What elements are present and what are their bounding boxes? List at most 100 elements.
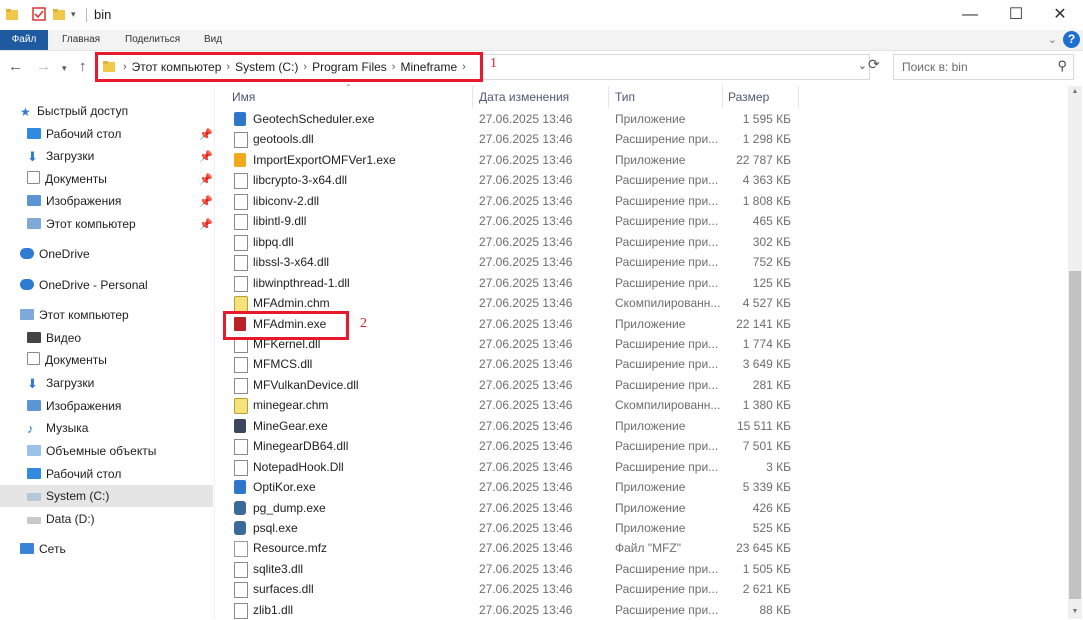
sidebar-item-pictures-pc[interactable]: Изображения [27,395,121,417]
file-size: 4 363 КБ [742,173,791,188]
sidebar-item-network[interactable]: Сеть [20,538,66,560]
navigation-pane: ★ Быстрый доступ Рабочий стол 📌 ⬇ Загрузки… [0,86,213,619]
tab-view[interactable]: Вид [204,30,222,50]
scroll-down-icon[interactable]: ▼ [1068,608,1082,615]
refresh-icon[interactable]: ⟳ [868,56,880,73]
help-icon[interactable]: ? [1063,31,1080,48]
table-row[interactable]: MFVulkanDevice.dll 27.06.2025 13:46 Расшир… [225,375,805,395]
table-row[interactable]: OptiKor.exe 27.06.2025 13:46 Приложение 5 3… [225,477,805,497]
drive-icon [27,493,41,501]
sidebar-item-system-c[interactable]: System (C:) [0,485,213,507]
sidebar-item-desktop-pc[interactable]: Рабочий стол [27,463,121,485]
column-header-size[interactable]: Размер [728,86,769,108]
table-row[interactable]: psql.exe 27.06.2025 13:46 Приложение 525 КБ [225,518,805,538]
sidebar-item-pictures[interactable]: Изображения [27,190,121,212]
column-divider[interactable] [722,86,723,108]
pin-icon[interactable]: 📌 [199,150,213,163]
sidebar-item-music[interactable]: ♪ Музыка [27,417,88,439]
sidebar-item-3d-objects[interactable]: Объемные объекты [27,440,156,462]
column-header-date[interactable]: Дата изменения [479,86,569,108]
file-date: 27.06.2025 13:46 [479,500,573,515]
properties-icon[interactable] [32,7,46,26]
computer-icon [20,309,34,320]
sidebar-item-downloads-pc[interactable]: ⬇ Загрузки [27,372,94,394]
expand-ribbon-icon[interactable]: ⌄ [1048,33,1057,46]
pin-icon[interactable]: 📌 [199,195,213,208]
table-row[interactable]: minegear.chm 27.06.2025 13:46 Скомпилирова… [225,395,805,415]
customize-toolbar-icon[interactable]: ▾ [71,9,76,20]
maximize-button[interactable]: ☐ [993,0,1039,30]
recent-locations-icon[interactable]: ▾ [62,63,67,74]
column-divider[interactable] [798,86,799,108]
table-row[interactable]: MineGear.exe 27.06.2025 13:46 Приложение 15… [225,416,805,436]
file-type: Расширение при... [615,377,719,392]
table-row[interactable]: libssl-3-x64.dll 27.06.2025 13:46 Расширен… [225,252,805,272]
file-type: Расширение при... [615,582,719,597]
sidebar-item-data-d[interactable]: Data (D:) [27,508,95,530]
up-arrow-icon[interactable]: ↑ [79,58,87,75]
sidebar-item-onedrive-personal[interactable]: OneDrive - Personal [20,274,148,296]
table-row[interactable]: MFMCS.dll 27.06.2025 13:46 Расширение при.… [225,354,805,374]
table-row[interactable]: GeotechScheduler.exe 27.06.2025 13:46 Прил… [225,109,805,129]
column-header-name[interactable]: Имя [232,86,255,108]
pictures-icon [27,400,41,411]
file-size: 752 КБ [752,255,791,270]
new-folder-icon[interactable] [52,7,66,26]
table-row[interactable]: libwinpthread-1.dll 27.06.2025 13:46 Расши… [225,273,805,293]
back-arrow-icon[interactable]: ← [8,58,23,75]
file-size: 5 339 КБ [742,480,791,495]
table-row[interactable]: ImportExportOMFVer1.exe 27.06.2025 13:46 П… [225,150,805,170]
dll-icon [234,357,248,374]
tab-file[interactable]: Файл [0,30,48,50]
file-icon [234,541,248,558]
tab-home[interactable]: Главная [62,30,100,50]
table-row[interactable]: libpq.dll 27.06.2025 13:46 Расширение при.… [225,232,805,252]
table-row[interactable]: libiconv-2.dll 27.06.2025 13:46 Расширение… [225,191,805,211]
network-icon [20,543,34,554]
scroll-up-icon[interactable]: ▲ [1068,88,1082,95]
pin-icon[interactable]: 📌 [199,218,213,231]
column-divider[interactable] [472,86,473,108]
sidebar-item-quick-access[interactable]: ★ Быстрый доступ [20,100,128,122]
pin-icon[interactable]: 📌 [199,128,213,141]
table-row[interactable]: Resource.mfz 27.06.2025 13:46 Файл "MFZ" 23… [225,538,805,558]
sidebar-item-downloads[interactable]: ⬇ Загрузки [27,145,94,167]
dll-icon [234,214,248,231]
sidebar-item-desktop[interactable]: Рабочий стол [27,123,121,145]
table-row[interactable]: zlib1.dll 27.06.2025 13:46 Расширение при.… [225,600,805,620]
file-size: 1 380 КБ [742,398,791,413]
sidebar-item-onedrive[interactable]: OneDrive [20,243,90,265]
table-row[interactable]: geotools.dll 27.06.2025 13:46 Расширение п… [225,129,805,149]
pin-icon[interactable]: 📌 [199,173,213,186]
sidebar-item-this-pc-quick[interactable]: Этот компьютер [27,213,136,235]
minimize-button[interactable]: — [947,0,993,30]
drive-icon [27,517,41,524]
search-input[interactable]: Поиск в: bin ⚲ [893,54,1074,80]
file-size: 3 649 КБ [742,357,791,372]
sidebar-item-this-pc[interactable]: Этот компьютер [20,304,129,326]
sidebar-item-documents-pc[interactable]: Документы [27,349,107,371]
scrollbar-thumb[interactable] [1069,271,1081,599]
cloud-icon [20,248,34,259]
file-type: Файл "MFZ" [615,541,682,556]
table-row[interactable]: MinegearDB64.dll 27.06.2025 13:46 Расширен… [225,436,805,456]
tab-share[interactable]: Поделиться [125,30,180,50]
table-row[interactable]: surfaces.dll 27.06.2025 13:46 Расширение п… [225,579,805,599]
table-row[interactable]: NotepadHook.Dll 27.06.2025 13:46 Расширени… [225,457,805,477]
pane-splitter[interactable] [214,86,215,619]
dll-icon [234,275,248,292]
address-dropdown-icon[interactable]: ⌄ [858,59,867,72]
table-row[interactable]: libintl-9.dll 27.06.2025 13:46 Расширение … [225,211,805,231]
close-button[interactable]: ✕ [1037,0,1083,30]
download-icon: ⬇ [27,376,38,391]
forward-arrow-icon[interactable]: → [36,58,51,75]
column-divider[interactable] [608,86,609,108]
column-header-type[interactable]: Тип [615,86,635,108]
file-type: Расширение при... [615,132,719,147]
table-row[interactable]: libcrypto-3-x64.dll 27.06.2025 13:46 Расши… [225,170,805,190]
sidebar-item-documents[interactable]: Документы [27,168,107,190]
table-row[interactable]: sqlite3.dll 27.06.2025 13:46 Расширение пр… [225,559,805,579]
search-icon[interactable]: ⚲ [1057,58,1067,74]
table-row[interactable]: pg_dump.exe 27.06.2025 13:46 Приложение 426… [225,498,805,518]
sidebar-item-videos[interactable]: Видео [27,327,81,349]
